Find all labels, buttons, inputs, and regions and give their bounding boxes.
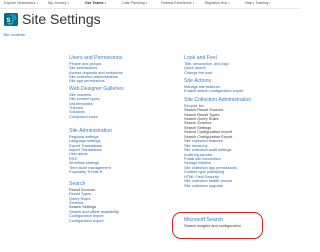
- site-collection-administration-links: Recycle bin Search Result Sources Search…: [184, 104, 251, 189]
- site-contents-link[interactable]: Site contents: [3, 33, 25, 37]
- site-administration-section: Site Administration Regional settings La…: [69, 128, 112, 175]
- site-actions-section: Site Actions Manage site features Enable…: [184, 78, 243, 94]
- section-heading: Site Collection Administration: [184, 97, 252, 103]
- top-navigation-bar: Explore Networkers▾ My Journey▾ Our Team…: [0, 0, 300, 9]
- chevron-down-icon: ▾: [145, 1, 148, 5]
- search-links: Result Sources Result Types Query Rules …: [69, 188, 119, 224]
- section-heading: Site Actions: [184, 78, 212, 84]
- section-heading: Users and Permissions: [69, 55, 123, 61]
- site-administration-links: Regional settings Language settings Expo…: [69, 135, 112, 175]
- settings-link[interactable]: Site app permissions: [69, 79, 123, 83]
- chevron-down-icon: ▾: [192, 1, 195, 5]
- nav-item-migration-hub[interactable]: Migration Hub▾: [205, 1, 230, 6]
- nav-item-federal-excellence[interactable]: Federal Excellence▾: [161, 1, 194, 6]
- chevron-down-icon: ▾: [36, 1, 38, 5]
- look-and-feel-section: Look and Feel Title, description, and lo…: [184, 55, 229, 75]
- sharepoint-s-logo-icon[interactable]: S: [4, 13, 18, 26]
- site-collection-administration-section: Site Collection Administration Recycle b…: [184, 97, 251, 188]
- settings-link[interactable]: Enable search configuration export: [184, 89, 243, 93]
- site-actions-links: Manage site features Enable search confi…: [184, 85, 243, 94]
- web-designer-galleries-section: Web Designer Galleries Site columns Site…: [69, 86, 124, 119]
- nav-item-our-teams[interactable]: Our Teams▾: [85, 1, 106, 6]
- nav-item-explore-networkers[interactable]: Explore Networkers▾: [4, 1, 38, 6]
- nav-item-cafe-planning[interactable]: Café Planning▾: [122, 1, 147, 6]
- settings-link[interactable]: Change the look: [184, 71, 229, 75]
- settings-link[interactable]: Site collection upgrade: [184, 184, 251, 188]
- nav-item-my-journey[interactable]: My Journey▾: [48, 1, 69, 6]
- section-heading: Search: [69, 181, 86, 187]
- settings-link[interactable]: Composed looks: [69, 115, 124, 119]
- settings-link[interactable]: Popularity Trends ▾: [69, 170, 112, 174]
- chevron-down-icon: ▾: [104, 1, 107, 5]
- look-and-feel-links: Title, description, and logo Quick launc…: [184, 62, 229, 75]
- svg-text:S: S: [6, 18, 10, 24]
- section-heading: Look and Feel: [184, 55, 217, 61]
- chevron-down-icon: ▾: [228, 1, 230, 5]
- web-designer-links: Site columns Site content types List tem…: [69, 93, 124, 120]
- users-permissions-links: People and groups Site permissions Acces…: [69, 62, 123, 84]
- users-permissions-section: Users and Permissions People and groups …: [69, 55, 123, 84]
- annotation-highlight-oval: [172, 212, 263, 239]
- chevron-down-icon: ▾: [269, 1, 271, 5]
- section-heading: Web Designer Galleries: [69, 86, 124, 92]
- search-section: Search Result Sources Result Types Query…: [69, 181, 119, 223]
- page-title: Site Settings: [22, 11, 101, 27]
- chevron-down-icon: ▾: [67, 1, 70, 5]
- settings-link[interactable]: Configuration export: [69, 219, 119, 223]
- nav-item-help-training[interactable]: Help | Training▾: [245, 1, 271, 6]
- section-heading: Site Administration: [69, 128, 112, 134]
